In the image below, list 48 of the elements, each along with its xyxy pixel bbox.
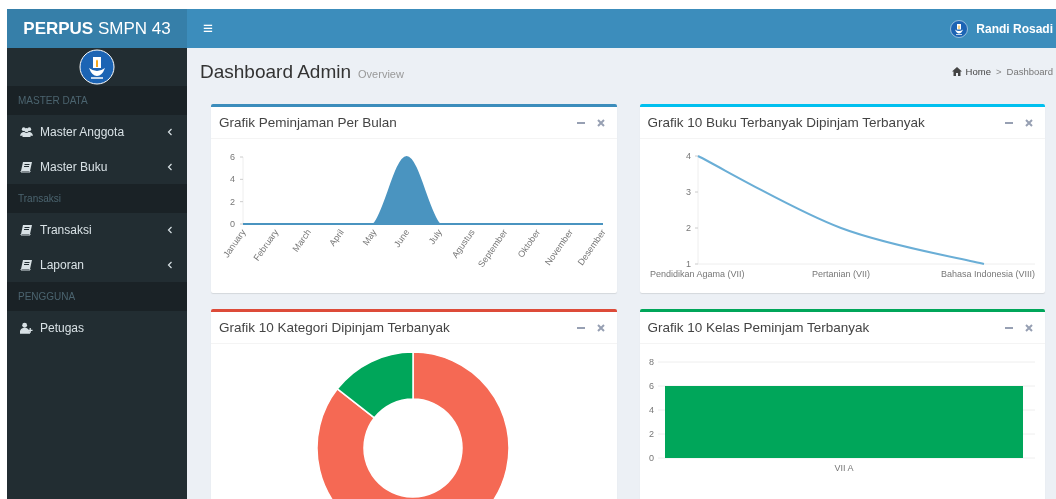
- axis-tick-label: 8: [648, 357, 654, 367]
- close-icon[interactable]: [596, 118, 605, 127]
- axis-tick-label: 4: [648, 405, 654, 415]
- sidebar-section-header: MASTER DATA: [7, 86, 187, 115]
- book-icon: [20, 160, 33, 173]
- axis-tick-label: 3: [685, 187, 691, 197]
- card-title: Grafik 10 Kategori Dipinjam Terbanyak: [219, 320, 450, 335]
- axis-tick-label: 6: [648, 381, 654, 391]
- axis-tick-label: 0: [230, 219, 235, 229]
- user-add-icon: [20, 322, 33, 335]
- page-title: Dashboard Admin: [200, 60, 352, 83]
- close-icon[interactable]: [1025, 323, 1033, 332]
- axis-tick-label: Pertanian (VII): [811, 269, 870, 279]
- menu-toggle[interactable]: ≡: [201, 18, 215, 39]
- axis-tick-label: 4: [230, 174, 235, 185]
- sidebar-item[interactable]: Laporan: [7, 247, 187, 282]
- book-icon: [20, 224, 33, 237]
- sidebar-item[interactable]: Master Anggota: [7, 115, 187, 150]
- close-icon[interactable]: [1025, 118, 1033, 127]
- axis-tick-label: 2: [685, 223, 691, 233]
- breadcrumb-current: Dashboard: [1006, 66, 1053, 77]
- axis-tick-label: VII A: [834, 463, 853, 473]
- home-icon: [951, 67, 962, 76]
- axis-tick-label: 4: [685, 151, 691, 161]
- user-avatar-icon: [950, 19, 969, 38]
- card-title: Grafik 10 Buku Terbanyak Dipinjam Terbanyak: [647, 115, 925, 130]
- axis-tick-label: Pendidikan Agama (VII): [649, 269, 745, 279]
- book-icon: [20, 258, 33, 271]
- users-icon: [20, 126, 33, 139]
- axis-tick-label: 2: [648, 429, 654, 439]
- user-menu[interactable]: Randi Rosadi: [976, 21, 1053, 36]
- axis-tick-label: 6: [230, 152, 235, 162]
- emblem-logo: [79, 49, 115, 85]
- close-icon[interactable]: [596, 323, 605, 332]
- page-subtitle: Overview: [358, 67, 404, 80]
- axis-tick-label: Bahasa Indonesia (VIII): [940, 269, 1035, 279]
- sidebar-item[interactable]: Transaksi: [7, 213, 187, 248]
- axis-tick-label: 2: [230, 196, 235, 207]
- axis-tick-label: 0: [648, 453, 654, 463]
- card-title: Grafik Peminjaman Per Bulan: [219, 115, 397, 130]
- card-title: Grafik 10 Kelas Peminjam Terbanyak: [647, 320, 870, 335]
- breadcrumb-separator: >: [995, 66, 1002, 77]
- sidebar-item[interactable]: Master Buku: [7, 149, 187, 184]
- sidebar-item[interactable]: Petugas: [7, 311, 187, 346]
- sidebar-section-header: Transaksi: [7, 184, 187, 213]
- sidebar-section-header: PENGGUNA: [7, 282, 187, 311]
- axis-tick-label: 1: [685, 259, 691, 269]
- breadcrumb-link[interactable]: Home: [951, 66, 991, 77]
